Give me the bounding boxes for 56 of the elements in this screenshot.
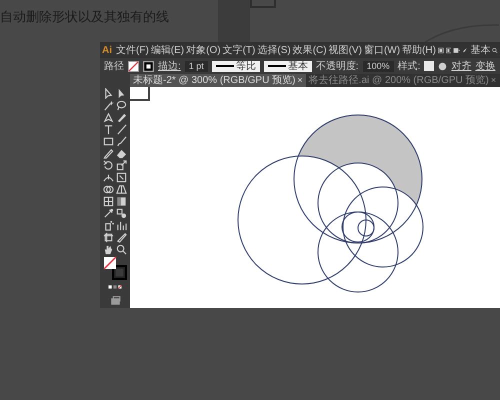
- direct-selection-arrow-icon[interactable]: [116, 88, 127, 99]
- tab-close-button[interactable]: ×: [297, 74, 303, 87]
- style-label: 样式:: [398, 60, 420, 74]
- menu-item[interactable]: 文字(T): [222, 42, 256, 58]
- stroke-label[interactable]: 描边:: [158, 58, 181, 74]
- brush-dropdown[interactable]: 基本: [264, 60, 312, 72]
- mesh-icon[interactable]: [103, 196, 114, 207]
- blend-icon[interactable]: [116, 208, 127, 219]
- fill-swatch-icon[interactable]: [128, 60, 139, 72]
- stroke-swatch-icon[interactable]: [143, 60, 154, 72]
- pencil-icon[interactable]: [103, 148, 114, 159]
- selection-label: 路径: [104, 60, 124, 74]
- layout-panel-icon[interactable]: [446, 46, 452, 54]
- menu-item[interactable]: 文件(F): [116, 42, 149, 58]
- hand-icon[interactable]: [103, 244, 114, 255]
- workspace-switcher[interactable]: 基本: [470, 42, 490, 58]
- document-tab[interactable]: 未标题-2* @ 300% (RGB/GPU 预览) ×: [130, 74, 306, 87]
- lasso-icon[interactable]: [116, 100, 127, 111]
- bar-graph-icon[interactable]: [116, 220, 127, 231]
- artboard-icon[interactable]: [103, 232, 114, 243]
- magic-wand-icon[interactable]: [103, 100, 114, 111]
- brush-icon[interactable]: [116, 136, 127, 147]
- opacity-field[interactable]: 100%: [362, 60, 394, 72]
- menu-item[interactable]: 窗口(W): [364, 42, 400, 58]
- type-icon[interactable]: [103, 124, 114, 135]
- stroke-weight-field[interactable]: 1 pt: [184, 60, 208, 72]
- gradient-icon[interactable]: [116, 196, 127, 207]
- scale-icon[interactable]: [116, 160, 127, 171]
- stroke-profile-dropdown[interactable]: 等比: [212, 60, 260, 72]
- menu-item[interactable]: 效果(C): [292, 42, 327, 58]
- app-logo: Ai: [102, 44, 112, 58]
- arrange-icon[interactable]: [453, 46, 460, 54]
- rectangle-icon[interactable]: [103, 136, 114, 147]
- opacity-label: 不透明度:: [316, 60, 359, 74]
- selection-arrow-icon[interactable]: [103, 88, 114, 99]
- eyedropper-icon[interactable]: [103, 208, 114, 219]
- line-icon[interactable]: [116, 124, 127, 135]
- style-swatch[interactable]: [424, 61, 434, 71]
- shape-builder-icon[interactable]: [103, 184, 114, 195]
- fill-stroke-swatches-icon[interactable]: [103, 256, 127, 280]
- layout-grid-icon[interactable]: [438, 46, 444, 54]
- perspective-grid-icon[interactable]: [116, 184, 127, 195]
- menu-item[interactable]: 编辑(E): [150, 42, 184, 58]
- rotate-icon[interactable]: [103, 160, 114, 171]
- menu-item[interactable]: 帮助(H): [402, 42, 436, 58]
- menu-item[interactable]: 视图(V): [328, 42, 362, 58]
- background-frame: [250, 0, 276, 8]
- menu-item[interactable]: 对象(O): [186, 42, 221, 58]
- panel-link[interactable]: 变换: [475, 58, 496, 74]
- pen-icon[interactable]: [103, 112, 114, 123]
- search-icon[interactable]: [492, 46, 498, 54]
- tab-close-button[interactable]: ×: [490, 74, 496, 87]
- menu-item[interactable]: 选择(S): [257, 42, 291, 58]
- screen-mode-icon[interactable]: [108, 295, 122, 308]
- panel-link[interactable]: 对齐: [451, 58, 472, 74]
- zoom-icon[interactable]: [116, 244, 127, 255]
